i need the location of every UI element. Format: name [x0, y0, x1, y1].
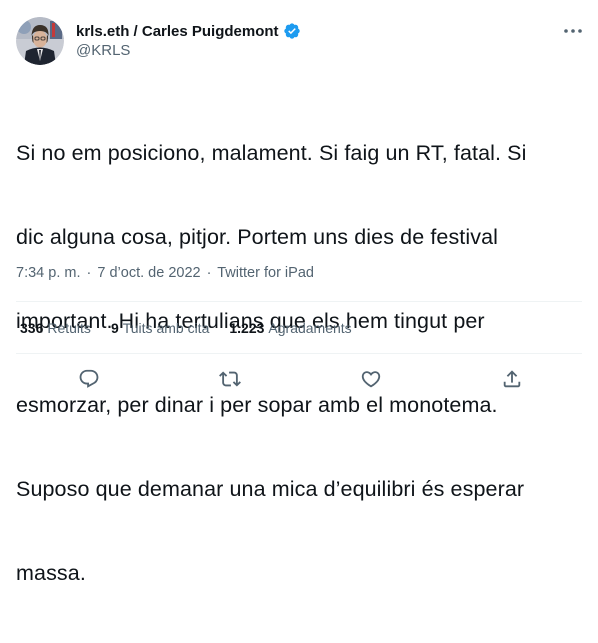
- meta-separator: ·: [206, 265, 212, 281]
- avatar-photo: [16, 17, 64, 65]
- tweet-text-line: esmorzar, per dinar i per sopar amb el m…: [16, 393, 498, 417]
- likes-count: 1.223: [229, 320, 265, 336]
- author-name[interactable]: krls.eth / Carles Puigdemont: [76, 23, 279, 40]
- share-button[interactable]: [499, 366, 525, 392]
- author-handle[interactable]: @KRLS: [76, 42, 130, 59]
- meta-separator: ·: [86, 265, 92, 281]
- divider: [16, 353, 582, 354]
- quotes-label: Tuits amb cita: [122, 320, 210, 336]
- verified-badge-icon: [283, 22, 301, 40]
- retweets-label: Retuits: [47, 320, 91, 336]
- tweet-text-line: Suposo que demanar una mica d’equilibri …: [16, 477, 525, 501]
- reply-button[interactable]: [76, 366, 102, 392]
- retweets-count: 336: [20, 320, 44, 336]
- quotes-count: 9: [110, 320, 119, 336]
- tweet: krls.eth / Carles Puigdemont @KRLS Si no…: [0, 0, 598, 585]
- author-name-row[interactable]: krls.eth / Carles Puigdemont: [76, 21, 301, 41]
- tweet-time[interactable]: 7:34 p. m.: [16, 265, 80, 281]
- share-icon: [503, 370, 521, 388]
- tweet-text-line: massa.: [16, 561, 86, 585]
- more-horizontal-icon: [564, 29, 582, 33]
- tweet-text-line: Si no em posiciono, malament. Si faig un…: [16, 141, 527, 165]
- like-icon: [361, 371, 381, 388]
- tweet-text-line: dic alguna cosa, pitjor. Portem uns dies…: [16, 225, 499, 249]
- avatar[interactable]: [16, 17, 64, 65]
- tweet-text: Si no em posiciono, malament. Si faig un…: [16, 83, 588, 643]
- like-button[interactable]: [358, 366, 384, 392]
- tweet-date[interactable]: 7 d’oct. de 2022: [97, 265, 200, 281]
- action-bar: [0, 366, 598, 394]
- retweet-button[interactable]: [217, 366, 243, 392]
- reply-icon: [79, 369, 99, 388]
- likes-label: Agradaments: [268, 320, 352, 336]
- quotes-stat[interactable]: 9 Tuits amb cita: [111, 320, 209, 336]
- likes-stat[interactable]: 1.223 Agradaments: [229, 320, 351, 336]
- tweet-meta: 7:34 p. m. · 7 d’oct. de 2022 · Twitter …: [16, 265, 314, 281]
- divider: [16, 301, 582, 302]
- retweets-stat[interactable]: 336 Retuits: [20, 320, 91, 336]
- more-options-button[interactable]: [560, 22, 586, 40]
- tweet-stats: 336 Retuits 9 Tuits amb cita 1.223 Agrad…: [20, 320, 352, 336]
- retweet-icon: [219, 371, 241, 387]
- tweet-source[interactable]: Twitter for iPad: [217, 265, 314, 281]
